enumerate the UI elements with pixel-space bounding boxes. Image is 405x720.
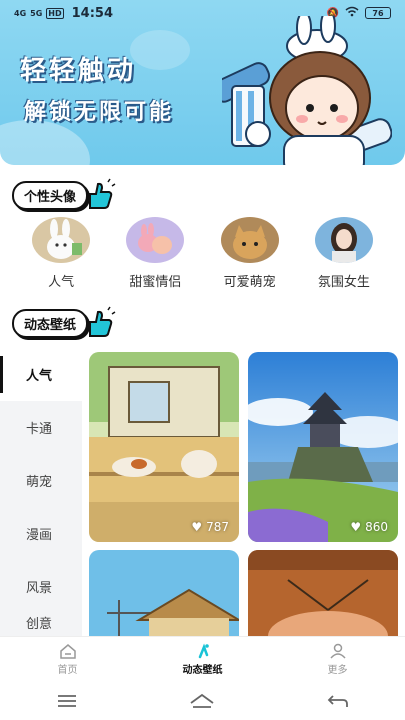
banner-subheadline: 解锁无限可能 — [24, 100, 175, 125]
heart-icon: ♥ — [350, 520, 362, 534]
avatar-category-couple[interactable]: 甜蜜情侣 — [115, 217, 195, 290]
nav-wallpaper-label: 动态壁纸 — [182, 665, 223, 676]
wallpaper-card[interactable] — [248, 550, 398, 636]
signal-5g: 5G — [30, 8, 43, 18]
back-icon[interactable] — [327, 693, 349, 709]
category-tab-pets[interactable]: 萌宠 — [0, 454, 82, 507]
hd-badge: HD — [46, 7, 64, 19]
system-navigation-bar — [0, 682, 405, 720]
home-icon — [59, 644, 76, 659]
nav-wallpaper[interactable]: 动态壁纸 — [135, 637, 270, 682]
status-time: 14:54 — [71, 5, 114, 21]
avatar-category-label: 氛围女生 — [317, 275, 370, 290]
wallpaper-card[interactable]: ♥ 860 — [248, 352, 398, 542]
category-tab-cartoon[interactable]: 卡通 — [0, 401, 82, 454]
avatar-category-girls[interactable]: 氛围女生 — [304, 217, 384, 290]
wallpaper-category-sidebar: 人气 卡通 萌宠 漫画 风景 创意 — [0, 348, 82, 636]
banner-mascot-illustration — [222, 16, 392, 165]
wallpaper-section-header: 动态壁纸 — [12, 306, 116, 340]
avatar-thumb-popular — [32, 217, 91, 263]
like-count: ♥ 787 — [191, 520, 229, 534]
avatar-category-label: 人气 — [48, 275, 75, 290]
avatar-thumb-pets — [220, 217, 279, 263]
wallpaper-card[interactable] — [89, 550, 239, 636]
like-count-value: 860 — [365, 520, 388, 534]
like-count-value: 787 — [206, 520, 229, 534]
heart-icon: ♥ — [191, 520, 203, 534]
wallpaper-section-title: 动态壁纸 — [12, 308, 89, 338]
nav-home-label: 首页 — [57, 665, 78, 676]
user-icon — [329, 643, 346, 659]
thumbs-up-icon — [89, 178, 116, 209]
signal-4g: 4G — [14, 8, 27, 18]
wallpaper-icon — [198, 643, 209, 659]
avatar-section-header: 个性头像 — [12, 178, 116, 212]
wallpaper-thumb-cartoon-dogs — [89, 352, 239, 542]
avatar-category-label: 可爱萌宠 — [223, 275, 276, 290]
wallpaper-thumb-house — [89, 550, 239, 636]
home-button-icon[interactable] — [189, 693, 215, 709]
avatar-section-title: 个性头像 — [12, 180, 89, 210]
category-tab-comics[interactable]: 漫画 — [0, 507, 82, 560]
nav-home[interactable]: 首页 — [0, 637, 135, 682]
category-tab-popular[interactable]: 人气 — [0, 348, 82, 401]
avatar-thumb-girls — [314, 217, 373, 263]
category-tab-creative[interactable]: 创意 — [0, 613, 82, 636]
hero-banner[interactable]: 4G 5G HD 14:54 🔕 76 轻轻触动 解锁无限可能 — [0, 0, 405, 165]
nav-more[interactable]: 更多 — [270, 637, 405, 682]
avatar-category-label: 甜蜜情侣 — [129, 275, 182, 290]
nav-more-label: 更多 — [327, 665, 348, 676]
bottom-navigation: 首页 动态壁纸 更多 — [0, 636, 405, 682]
avatar-thumb-couple — [126, 217, 185, 263]
wallpaper-thumb-castle-landscape — [248, 352, 398, 542]
avatar-category-pets[interactable]: 可爱萌宠 — [210, 217, 290, 290]
wallpaper-thumb-room — [248, 550, 398, 636]
avatar-category-list: 人气 甜蜜情侣 可爱萌宠 氛围女生 — [0, 217, 405, 290]
thumbs-up-icon — [89, 306, 116, 337]
menu-icon[interactable] — [56, 694, 78, 708]
avatar-category-popular[interactable]: 人气 — [21, 217, 101, 290]
banner-headline: 轻轻触动 — [20, 56, 137, 86]
category-tab-scenery[interactable]: 风景 — [0, 560, 82, 613]
like-count: ♥ 860 — [350, 520, 388, 534]
wallpaper-card[interactable]: ♥ 787 — [89, 352, 239, 542]
